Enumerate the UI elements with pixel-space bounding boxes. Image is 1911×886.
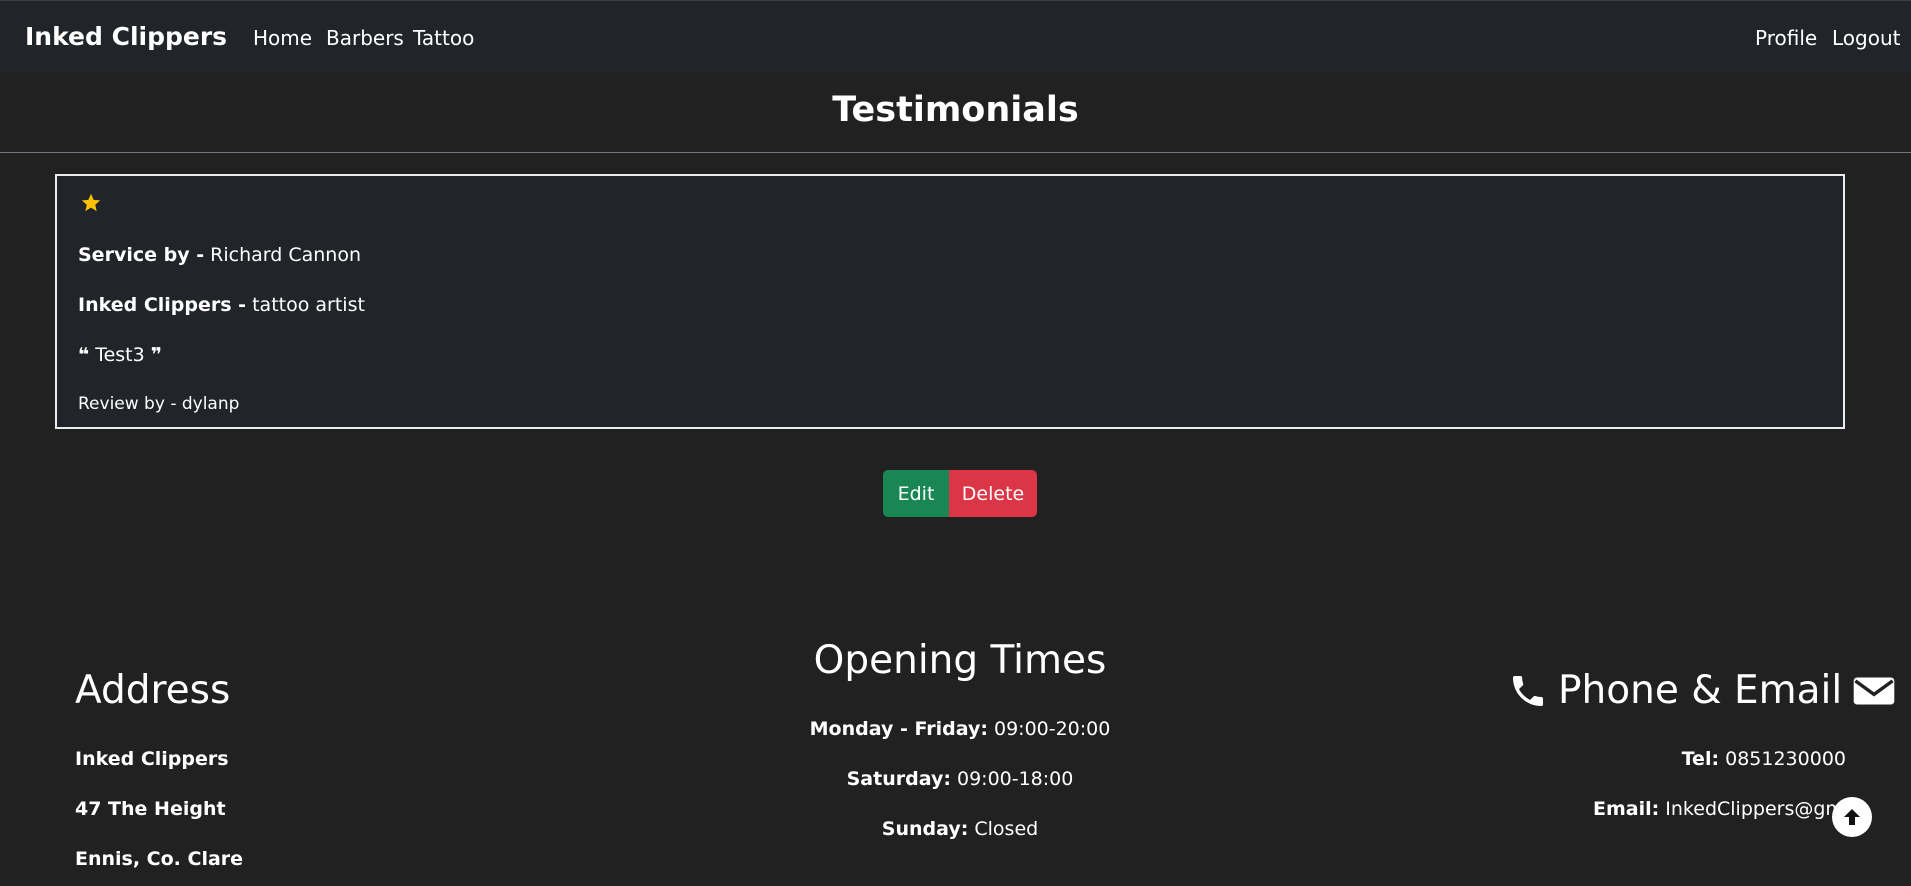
contact-heading-row: Phone & Email — [1508, 668, 1896, 713]
review-by: Review by - dylanp — [78, 394, 240, 414]
opening-value-sunday: Closed — [974, 818, 1039, 840]
service-by-value: Richard Cannon — [210, 244, 361, 266]
testimonial-card: Service by - Richard Cannon Inked Clippe… — [55, 174, 1845, 429]
opening-row-sunday: Sunday: Closed — [0, 818, 1911, 840]
opening-label-saturday: Saturday: — [846, 768, 951, 790]
nav-link-home[interactable]: Home — [253, 26, 312, 50]
service-by-row: Service by - Richard Cannon — [78, 244, 361, 266]
arrow-up-icon — [1840, 805, 1864, 833]
quote-text: Test3 — [95, 344, 145, 366]
nav-link-barbers[interactable]: Barbers — [326, 26, 404, 50]
title-divider — [0, 152, 1911, 153]
email-label: Email: — [1593, 798, 1660, 820]
address-line-3: Ennis, Co. Clare — [75, 848, 244, 870]
quote-right-icon: ❞ — [150, 344, 162, 366]
opening-value-weekdays: 09:00-20:00 — [993, 718, 1111, 740]
opening-row-weekdays: Monday - Friday: 09:00-20:00 — [0, 718, 1911, 740]
nav-link-logout[interactable]: Logout — [1832, 26, 1900, 50]
envelope-icon — [1852, 671, 1896, 711]
tel-value: 0851230000 — [1725, 748, 1846, 770]
email-value[interactable]: InkedClippers@gm — [1665, 798, 1844, 820]
star-icon — [80, 192, 102, 218]
navbar: Inked Clippers Home Barbers Tattoo Profi… — [0, 0, 1911, 73]
contact-tel-row: Tel: 0851230000 — [1682, 748, 1846, 770]
address-line-2: 47 The Height — [75, 798, 226, 820]
delete-button[interactable]: Delete — [949, 470, 1037, 517]
tel-label: Tel: — [1681, 748, 1720, 770]
quote-left-icon: ❝ — [78, 344, 90, 366]
quote-row: ❝ Test3 ❞ — [78, 344, 162, 366]
back-to-top-button[interactable] — [1832, 797, 1872, 837]
phone-icon — [1508, 671, 1548, 711]
shop-value: tattoo artist — [252, 294, 365, 316]
opening-label-sunday: Sunday: — [881, 818, 969, 840]
opening-value-saturday: 09:00-18:00 — [956, 768, 1074, 790]
opening-label-weekdays: Monday - Friday: — [809, 718, 988, 740]
contact-email-row: Email: InkedClippers@gm — [1593, 798, 1844, 820]
page-title: Testimonials — [832, 90, 1079, 130]
service-by-label: Service by - — [78, 244, 205, 266]
shop-label: Inked Clippers - — [78, 294, 247, 316]
nav-link-profile[interactable]: Profile — [1755, 26, 1817, 50]
address-line-1: Inked Clippers — [75, 748, 229, 770]
shop-row: Inked Clippers - tattoo artist — [78, 294, 365, 316]
opening-row-saturday: Saturday: 09:00-18:00 — [0, 768, 1911, 790]
contact-heading: Phone & Email — [1558, 668, 1843, 713]
nav-link-tattoo[interactable]: Tattoo — [413, 26, 474, 50]
navbar-brand[interactable]: Inked Clippers — [25, 22, 227, 51]
edit-button[interactable]: Edit — [883, 470, 949, 517]
